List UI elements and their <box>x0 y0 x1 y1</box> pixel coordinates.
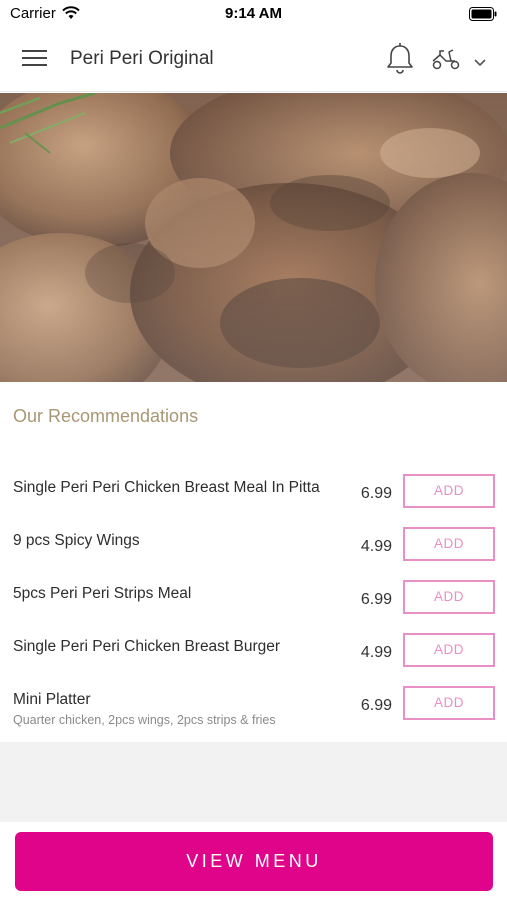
footer-bar: VIEW MENU <box>0 822 507 900</box>
item-price: 4.99 <box>360 538 392 555</box>
add-button[interactable]: ADD <box>403 686 495 720</box>
recommendations-section: Our Recommendations Single Peri Peri Chi… <box>0 382 507 742</box>
restaurant-title: Peri Peri Original <box>70 48 214 69</box>
view-menu-button[interactable]: VIEW MENU <box>15 832 493 891</box>
hamburger-menu-icon[interactable] <box>22 48 48 73</box>
item-price: 6.99 <box>360 591 392 608</box>
item-price: 4.99 <box>360 644 392 661</box>
battery-icon <box>469 7 497 26</box>
list-item: 5pcs Peri Peri Strips Meal 6.99 ADD <box>0 575 507 628</box>
hero-food-image <box>0 93 507 382</box>
section-title: Our Recommendations <box>13 406 199 426</box>
list-item: Single Peri Peri Chicken Breast Burger 4… <box>0 628 507 681</box>
list-item: 9 pcs Spicy Wings 4.99 ADD <box>0 522 507 575</box>
item-name: Single Peri Peri Chicken Breast Burger <box>13 638 281 655</box>
chevron-down-icon[interactable] <box>474 54 486 72</box>
item-price: 6.99 <box>360 697 392 714</box>
status-bar: Carrier 9:14 AM <box>0 0 507 28</box>
add-button[interactable]: ADD <box>403 527 495 561</box>
list-item: Mini Platter Quarter chicken, 2pcs wings… <box>0 681 507 734</box>
item-price: 6.99 <box>360 485 392 502</box>
item-name: 5pcs Peri Peri Strips Meal <box>13 585 192 602</box>
bell-icon[interactable] <box>386 42 414 81</box>
item-name: 9 pcs Spicy Wings <box>13 532 140 549</box>
list-item: Single Peri Peri Chicken Breast Meal In … <box>0 469 507 522</box>
scooter-icon[interactable] <box>431 47 461 76</box>
item-description: Quarter chicken, 2pcs wings, 2pcs strips… <box>13 713 276 727</box>
clock: 9:14 AM <box>225 5 282 22</box>
add-button[interactable]: ADD <box>403 580 495 614</box>
add-button[interactable]: ADD <box>403 474 495 508</box>
add-button[interactable]: ADD <box>403 633 495 667</box>
app-header: Peri Peri Original <box>0 28 507 92</box>
item-name: Mini Platter <box>13 691 91 708</box>
item-name: Single Peri Peri Chicken Breast Meal In … <box>13 479 320 496</box>
